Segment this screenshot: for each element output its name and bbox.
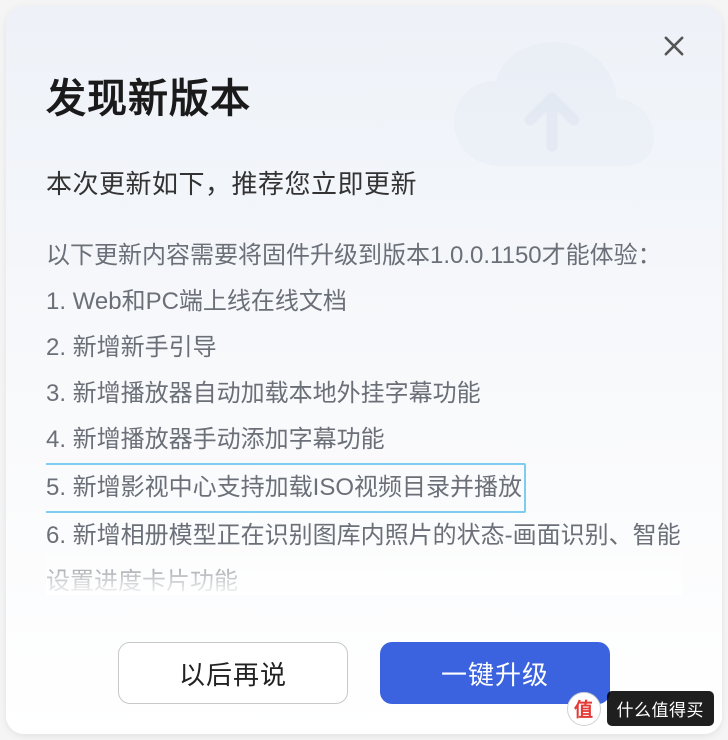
close-icon <box>660 32 688 60</box>
watermark: 值 什么值得买 <box>567 691 715 726</box>
later-button[interactable]: 以后再说 <box>118 642 348 704</box>
changelog-content: 以下更新内容需要将固件升级到版本1.0.0.1150才能体验： 1. Web和P… <box>46 235 682 595</box>
dialog-title: 发现新版本 <box>46 66 682 124</box>
dialog-subtitle: 本次更新如下，推荐您立即更新 <box>46 164 682 201</box>
changes-list: 1. Web和PC端上线在线文档2. 新增新手引导3. 新增播放器自动加载本地外… <box>46 279 682 595</box>
close-button[interactable] <box>654 26 694 66</box>
change-item: 2. 新增新手引导 <box>46 325 682 371</box>
version-note: 以下更新内容需要将固件升级到版本1.0.0.1150才能体验： <box>46 235 682 277</box>
watermark-text: 什么值得买 <box>607 691 715 726</box>
change-item: 1. Web和PC端上线在线文档 <box>46 279 682 325</box>
change-item: 6. 新增相册模型正在识别图库内照片的状态-画面识别、智能设置进度卡片功能 <box>46 513 682 595</box>
change-item: 5. 新增影视中心支持加载ISO视频目录并播放 <box>46 463 682 513</box>
update-dialog: 发现新版本 本次更新如下，推荐您立即更新 以下更新内容需要将固件升级到版本1.0… <box>6 6 722 734</box>
change-item: 3. 新增播放器自动加载本地外挂字幕功能 <box>46 371 682 417</box>
highlighted-change: 5. 新增影视中心支持加载ISO视频目录并播放 <box>46 463 526 513</box>
watermark-badge: 值 <box>567 692 601 726</box>
change-item: 4. 新增播放器手动添加字幕功能 <box>46 417 682 463</box>
